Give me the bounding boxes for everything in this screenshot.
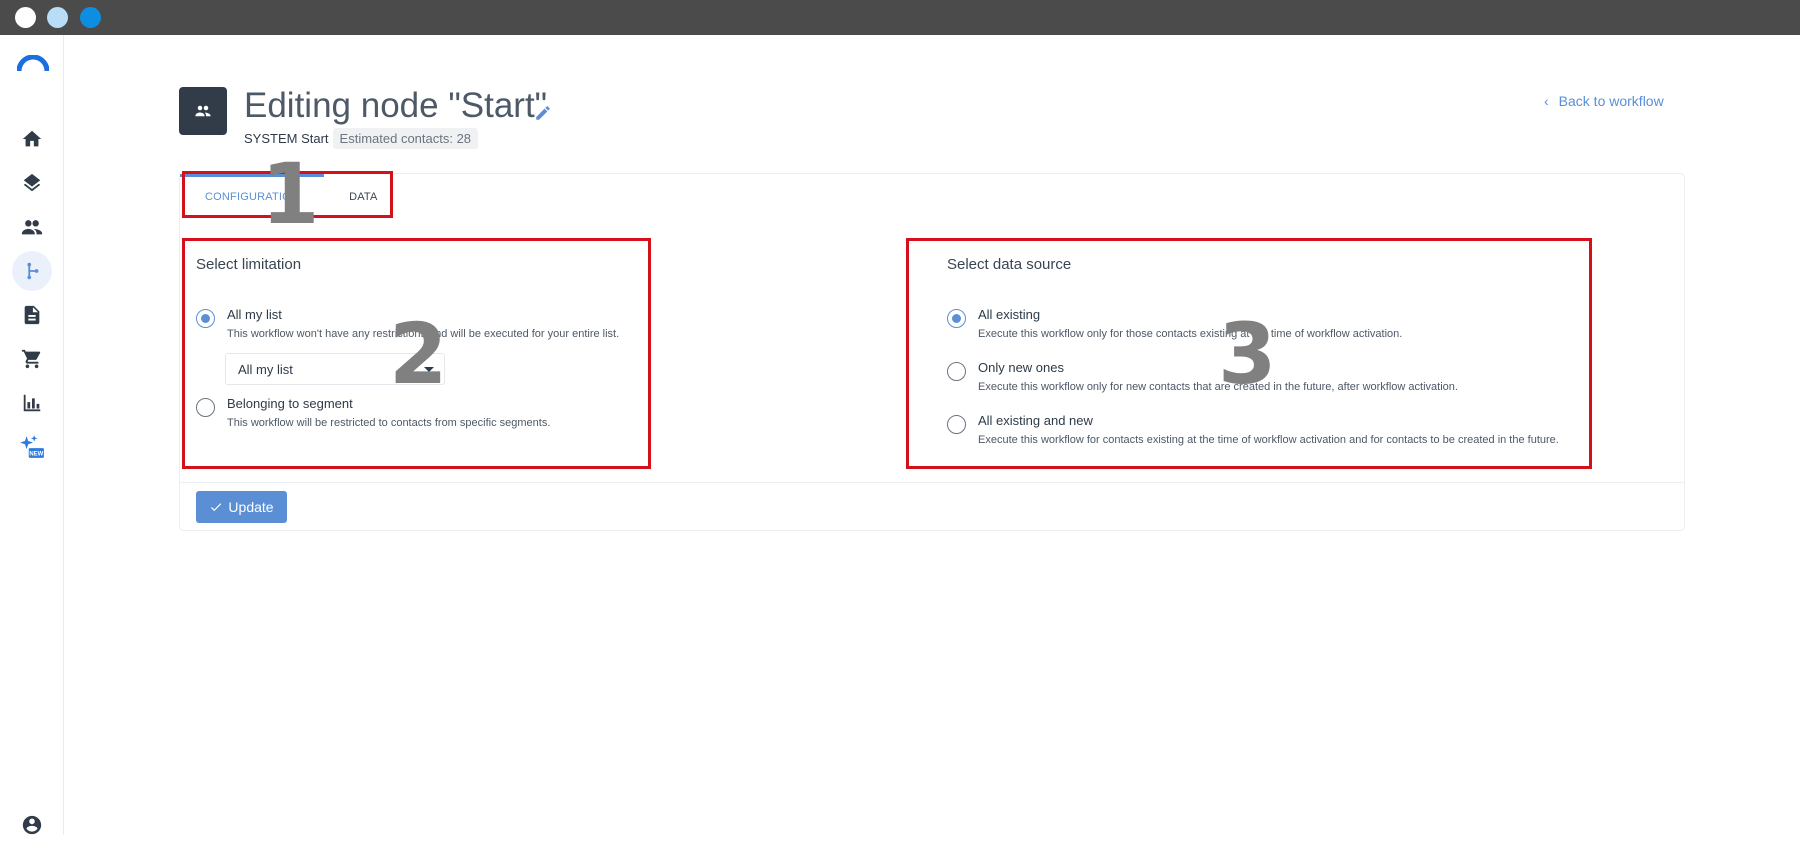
sidebar: NEW [0, 35, 64, 835]
chevron-left-icon: ‹ [1544, 93, 1549, 109]
sidebar-item-workflows[interactable] [12, 251, 52, 291]
bar-chart-icon [23, 394, 41, 412]
check-icon [211, 503, 222, 512]
people-icon [195, 105, 211, 117]
sidebar-item-documents[interactable] [12, 295, 52, 335]
page-title: Editing node "Start" [244, 86, 548, 125]
window-titlebar [0, 0, 1800, 35]
profile-button[interactable] [12, 805, 52, 845]
account-icon [22, 815, 42, 835]
window-close-button[interactable] [15, 7, 36, 28]
new-badge: NEW [29, 452, 43, 458]
back-link-label: Back to workflow [1558, 93, 1664, 109]
update-label: Update [228, 499, 274, 515]
card-footer-divider [180, 482, 1684, 483]
back-to-workflow-link[interactable]: ‹ Back to workflow [1544, 93, 1664, 109]
sidebar-item-layers[interactable] [12, 163, 52, 203]
pencil-icon[interactable] [534, 104, 552, 122]
sidebar-item-ai-new[interactable]: NEW [12, 427, 52, 467]
home-icon [22, 130, 42, 147]
workflow-icon [27, 262, 39, 280]
update-button[interactable]: Update [196, 491, 287, 523]
document-icon [24, 305, 40, 325]
window-minimize-button[interactable] [47, 7, 68, 28]
annotation-number-2: 2 [389, 305, 448, 403]
window-maximize-button[interactable] [80, 7, 101, 28]
annotation-number-3: 3 [1218, 305, 1277, 403]
node-type-icon [179, 87, 227, 135]
sidebar-item-reports[interactable] [12, 383, 52, 423]
estimated-contacts-badge: Estimated contacts: 28 [332, 128, 479, 149]
system-label: SYSTEM Start [244, 131, 329, 146]
cart-icon [21, 349, 41, 369]
app-logo-icon[interactable] [17, 55, 49, 73]
annotation-number-1: 1 [261, 145, 320, 243]
sidebar-item-shop[interactable] [12, 339, 52, 379]
sidebar-item-home[interactable] [12, 119, 52, 159]
people-icon [21, 220, 43, 235]
layers-icon [23, 173, 41, 192]
sidebar-item-contacts[interactable] [12, 207, 52, 247]
sparkle-new-icon: NEW [20, 435, 44, 458]
